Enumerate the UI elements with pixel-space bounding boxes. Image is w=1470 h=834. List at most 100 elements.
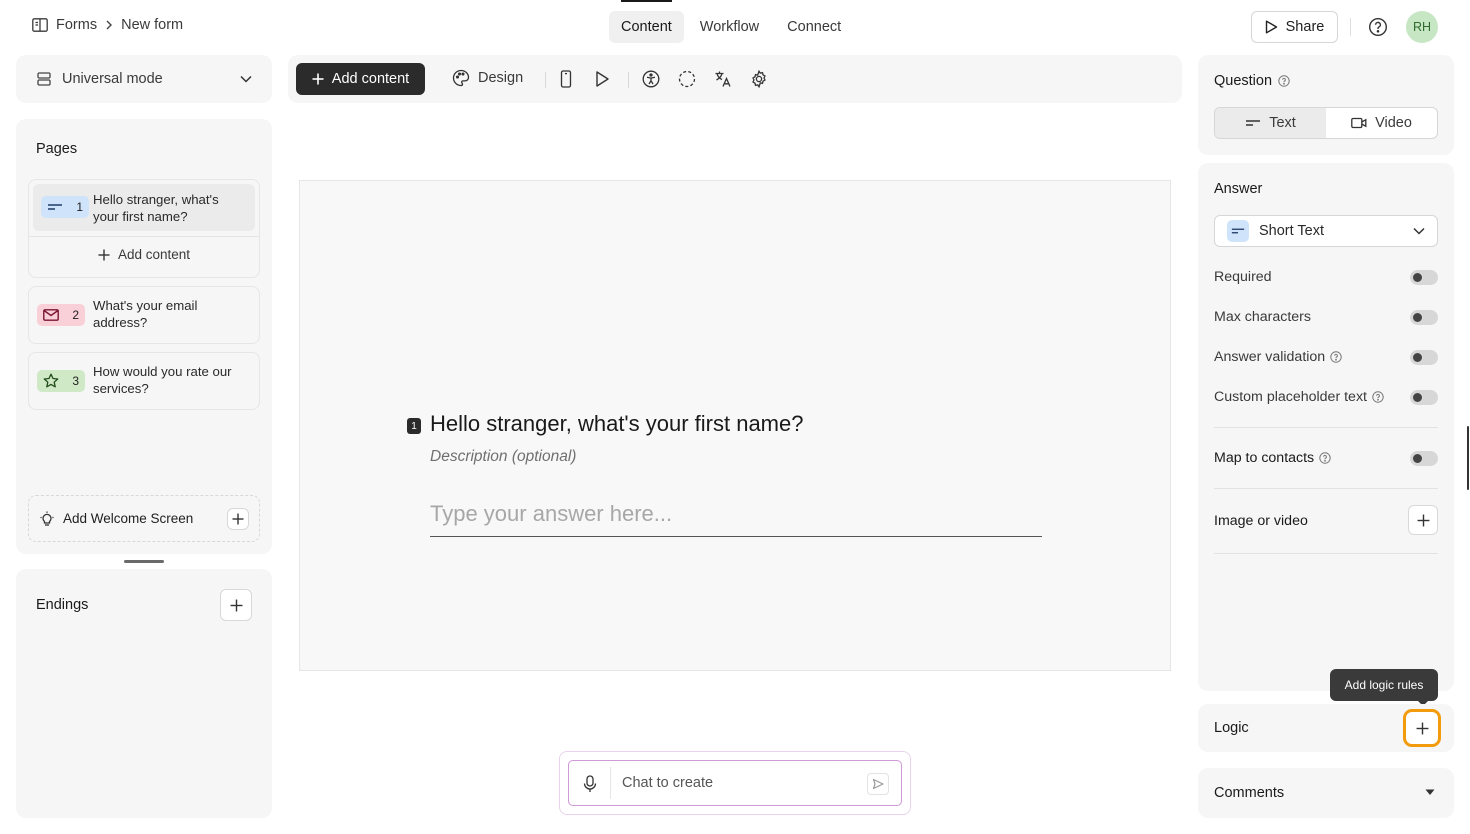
send-button[interactable] [867,773,889,795]
mobile-preview-icon[interactable] [559,70,573,88]
loading-spinner-icon[interactable] [678,70,696,88]
share-button[interactable]: Share [1251,11,1338,43]
pages-panel: Pages 1 Hello stranger, what's your firs… [16,119,272,554]
tab-content[interactable]: Content [609,0,684,43]
option-answer-validation: Answer validation [1214,347,1438,367]
short-text-icon [1227,220,1249,242]
accessibility-icon[interactable] [642,70,660,88]
add-logic-button[interactable] [1403,709,1441,747]
option-map-contacts: Map to contacts [1214,448,1438,468]
question-type-video[interactable]: Video [1326,108,1437,138]
avatar[interactable]: RH [1406,11,1438,43]
star-icon [43,373,59,389]
max-characters-toggle[interactable] [1410,310,1438,325]
answer-panel: Answer Short Text Required Max character… [1198,163,1454,691]
video-option-label: Video [1375,115,1412,131]
breadcrumb-forms-link[interactable]: Forms [56,17,97,33]
breadcrumb-current[interactable]: New form [121,17,183,33]
logic-title: Logic [1214,720,1249,736]
question-panel: Question Text Video [1198,55,1454,155]
chevron-down-icon [1413,227,1425,235]
divider [1214,553,1438,554]
palette-icon [452,69,470,87]
option-label: Image or video [1214,513,1308,529]
add-ending-button[interactable] [220,589,252,621]
layers-icon [36,71,52,87]
settings-icon[interactable] [750,70,768,88]
add-content-label: Add content [117,247,191,262]
add-content-inline-button[interactable]: Add content [29,247,259,262]
caret-down-icon[interactable] [1425,789,1435,796]
custom-placeholder-toggle[interactable] [1410,390,1438,405]
page-number: 2 [72,308,79,322]
add-welcome-button[interactable] [227,507,249,530]
question-type-text[interactable]: Text [1215,108,1326,138]
page-number: 1 [76,200,83,214]
scrollbar[interactable] [1467,426,1469,490]
option-required: Required [1214,267,1438,287]
page-item-1-group: 1 Hello stranger, what's your first name… [28,179,260,278]
help-icon[interactable] [1330,351,1342,363]
tab-connect[interactable]: Connect [775,11,853,43]
chat-input[interactable]: Chat to create [622,775,713,791]
send-icon [872,778,884,790]
tab-workflow[interactable]: Workflow [688,11,771,43]
help-icon[interactable] [1368,17,1388,37]
endings-title: Endings [36,597,89,613]
share-label: Share [1285,19,1325,35]
plus-icon [98,249,110,261]
short-text-icon [1245,118,1261,128]
chevron-right-icon [105,20,113,30]
play-icon[interactable] [594,70,610,88]
translate-icon[interactable] [714,70,732,88]
comments-panel[interactable]: Comments [1198,768,1454,818]
mode-selector[interactable]: Universal mode [16,55,272,103]
divider [628,72,629,88]
page-number: 3 [72,374,79,388]
page-badge: 2 [37,304,85,326]
question-label: Question [1214,73,1273,89]
option-label: Max characters [1214,309,1311,325]
resize-handle[interactable] [124,560,164,563]
add-content-button[interactable]: Add content [296,63,425,95]
page-badge: 1 [41,196,89,218]
answer-validation-toggle[interactable] [1410,350,1438,365]
add-content-button-label: Add content [331,71,410,87]
forms-icon [32,18,48,32]
divider [1350,18,1351,36]
option-label: Map to contacts [1214,450,1315,466]
answer-section-title: Answer [1214,181,1263,197]
design-button[interactable]: Design [452,69,523,87]
option-label: Custom placeholder text [1214,389,1367,405]
add-welcome-screen[interactable]: Add Welcome Screen [28,495,260,542]
divider [29,236,259,237]
help-icon[interactable] [1372,391,1384,403]
chat-input-box[interactable]: Chat to create [568,760,902,806]
option-custom-placeholder: Custom placeholder text [1214,387,1438,407]
mode-label: Universal mode [62,71,163,87]
page-item-3[interactable]: 3 How would you rate our services? [28,352,260,410]
page-item-2[interactable]: 2 What's your email address? [28,286,260,344]
page-text: How would you rate our services? [93,364,232,396]
microphone-icon[interactable] [583,775,597,793]
page-badge: 3 [37,370,85,392]
video-icon [1351,117,1367,129]
design-label: Design [478,70,524,86]
add-image-video-button[interactable] [1408,505,1438,535]
divider [1214,488,1438,489]
answer-input[interactable]: Type your answer here... [430,501,1042,537]
plus-icon [312,73,324,85]
help-icon[interactable] [1278,75,1290,87]
help-icon[interactable] [1319,452,1331,464]
required-toggle[interactable] [1410,270,1438,285]
answer-type-dropdown[interactable]: Short Text [1214,215,1438,247]
send-icon [1265,20,1278,34]
question-description[interactable]: Description (optional) [430,448,576,466]
chevron-down-icon [240,75,252,83]
map-contacts-toggle[interactable] [1410,451,1438,466]
question-title[interactable]: Hello stranger, what's your first name? [430,411,803,437]
endings-panel: Endings [16,569,272,818]
page-item-1[interactable]: 1 Hello stranger, what's your first name… [33,184,255,231]
option-max-characters: Max characters [1214,307,1438,327]
mail-icon [43,309,59,321]
